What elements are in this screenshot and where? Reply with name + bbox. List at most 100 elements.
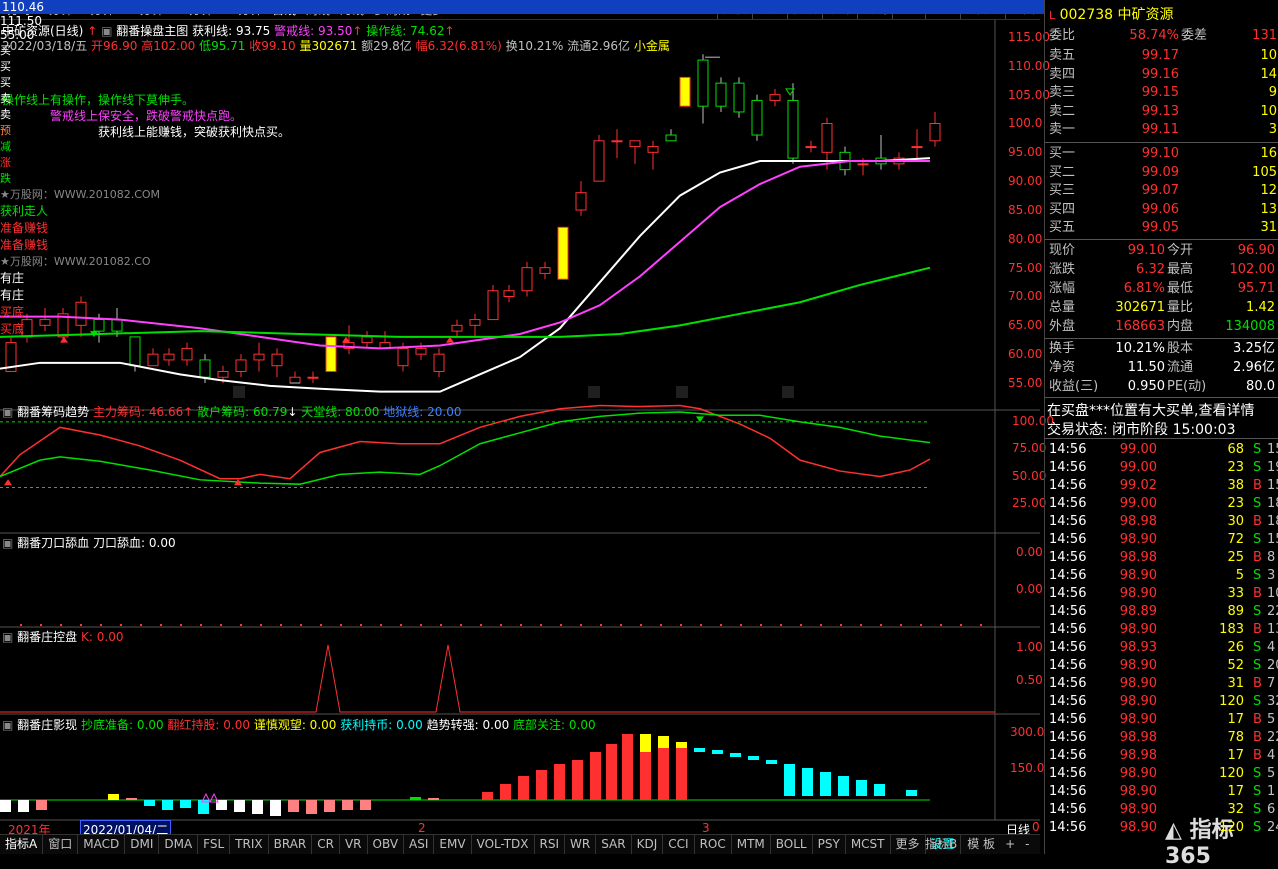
ind2-name[interactable]: 翻番刀口舔血	[17, 536, 89, 550]
zhuangying-bar	[428, 798, 439, 800]
jingjie-line	[0, 159, 930, 350]
indicator-tab[interactable]: VR	[340, 835, 368, 854]
dot	[80, 624, 82, 626]
indicator-tab[interactable]: CCI	[663, 835, 695, 854]
tick-row: 14:5698.9052S20	[1049, 658, 1278, 673]
dot	[940, 624, 942, 626]
tick-row: 14:56 98.98 17 B 4	[1049, 748, 1276, 763]
stat-row: 外盘 168663 内盘 134008	[1049, 319, 1275, 334]
orderbook-row: 卖三 99.15 9	[1049, 85, 1277, 100]
big-order-notice[interactable]: 在买盘***位置有大买单,查看详情	[1047, 400, 1254, 420]
period-tab[interactable]: 月线	[335, 2, 369, 18]
tick-row: 14:5698.9878B22	[1049, 730, 1278, 745]
indicator-tab[interactable]: 指标A	[0, 835, 44, 854]
period-tab[interactable]: 15分钟	[119, 2, 168, 18]
bottom-right-tab[interactable]: 模 板	[962, 835, 1000, 853]
zhuangying-bar	[410, 797, 421, 800]
chart-svg[interactable]	[0, 20, 1040, 834]
indicator-tab[interactable]: RSI	[535, 835, 566, 854]
cyan-bar	[784, 764, 795, 796]
candle-body	[199, 359, 211, 378]
chart-tool-button[interactable]: 标记	[924, 0, 960, 19]
indicator-tab[interactable]: OBV	[368, 835, 405, 854]
zhuangying-bar	[606, 744, 617, 800]
ind1-name[interactable]: 翻番筹码趋势	[17, 405, 89, 419]
indicator-tab[interactable]: WR	[565, 835, 597, 854]
l-icon: L	[1049, 9, 1056, 22]
indicator-tab[interactable]: DMI	[125, 835, 160, 854]
tick-row: 14:56 98.98 25 B 8	[1049, 550, 1276, 565]
indicator-tab[interactable]: ROC	[695, 835, 732, 854]
bottom-right-tab[interactable]: 指标B	[920, 835, 962, 853]
stat-row: 涨跌 6.32 最高 102.00	[1049, 262, 1275, 277]
period-tab[interactable]: 30分钟	[169, 2, 218, 18]
zhuangying-bar	[252, 800, 263, 814]
zhuangying-bar	[180, 800, 191, 808]
chart-tool-button[interactable]: 复权	[716, 0, 752, 19]
indicator-tab[interactable]: EMV	[434, 835, 472, 854]
indicator-tab[interactable]: 窗口	[43, 835, 79, 854]
orderbook-row: 卖五 99.17 10	[1049, 48, 1277, 63]
chart-tool-button[interactable]: 画线	[856, 0, 892, 19]
ind4-name[interactable]: 翻番庄影现	[17, 718, 77, 732]
period-tab[interactable]: 5分钟	[78, 2, 120, 18]
stat-row: 收益(三) 0.950 PE(动) 80.0	[1049, 379, 1275, 394]
chart-tool-button[interactable]: 返回	[1004, 0, 1040, 19]
candle-body	[503, 290, 515, 298]
indicator-tab[interactable]: KDJ	[632, 835, 664, 854]
bottom-right-tab[interactable]: -	[1020, 835, 1034, 853]
period-tab[interactable]: 周线	[301, 2, 335, 18]
indicator-tab[interactable]: TRIX	[230, 835, 269, 854]
signal-box	[676, 386, 688, 398]
ind1-a: 主力筹码: 46.66	[93, 405, 184, 419]
chart-tool-button[interactable]: 统计	[821, 0, 857, 19]
indicator-tab[interactable]: MCST	[846, 835, 891, 854]
divider	[1045, 142, 1278, 143]
zhuangying-bar	[360, 800, 371, 810]
zhuangying-bar	[324, 800, 335, 812]
indicator-tab[interactable]: DMA	[159, 835, 199, 854]
bottom-right-tab[interactable]: +	[1000, 835, 1020, 853]
period-tab[interactable]: 日线	[267, 2, 301, 18]
dot	[880, 624, 882, 626]
dot	[640, 624, 642, 626]
ind1-c: 天堂线: 80.00	[301, 405, 380, 419]
candle-body	[593, 140, 605, 182]
period-tab[interactable]: 1分钟	[36, 2, 78, 18]
ind3-name[interactable]: 翻番庄控盘	[17, 630, 77, 644]
dot	[620, 624, 622, 626]
indicator-tab[interactable]: PSY	[813, 835, 846, 854]
dot	[200, 624, 202, 626]
cyan-bar	[820, 772, 831, 796]
zhuangying-bar	[676, 742, 687, 800]
cyan-bar	[694, 748, 705, 752]
indicator-tab[interactable]: BOLL	[771, 835, 813, 854]
dot	[60, 624, 62, 626]
tick-row: 14:5699.0023S19	[1049, 460, 1278, 475]
chart-tool-button[interactable]: F10	[891, 0, 925, 19]
period-tab[interactable]: 多周期	[369, 2, 415, 18]
indicator-tab[interactable]: BRAR	[269, 835, 313, 854]
indicator-tab[interactable]: SAR	[596, 835, 632, 854]
divider	[1045, 438, 1278, 439]
candle-body	[469, 319, 481, 326]
candle-body	[805, 146, 817, 149]
chart-tool-button[interactable]: 多股	[786, 0, 822, 19]
indicator-tab[interactable]: FSL	[198, 835, 231, 854]
zhuangying-bar	[162, 800, 173, 810]
dot	[240, 624, 242, 626]
indicator-tab[interactable]: MTM	[732, 835, 771, 854]
period-tab[interactable]: 更多 >	[415, 2, 463, 18]
indicator-tab[interactable]: CR	[312, 835, 340, 854]
period-tab[interactable]: 60分钟	[218, 2, 267, 18]
period-tab[interactable]: 分时	[2, 2, 36, 18]
indicator-tab[interactable]: MACD	[78, 835, 126, 854]
indicator-tab[interactable]: ASI	[404, 835, 435, 854]
indicator-tab[interactable]: VOL-TDX	[472, 835, 535, 854]
chart-tool-button[interactable]: +自选	[959, 0, 1005, 19]
dot	[420, 624, 422, 626]
dot	[700, 624, 702, 626]
dot	[320, 624, 322, 626]
cyan-bar	[906, 790, 917, 796]
chart-tool-button[interactable]: 叠加	[751, 0, 787, 19]
